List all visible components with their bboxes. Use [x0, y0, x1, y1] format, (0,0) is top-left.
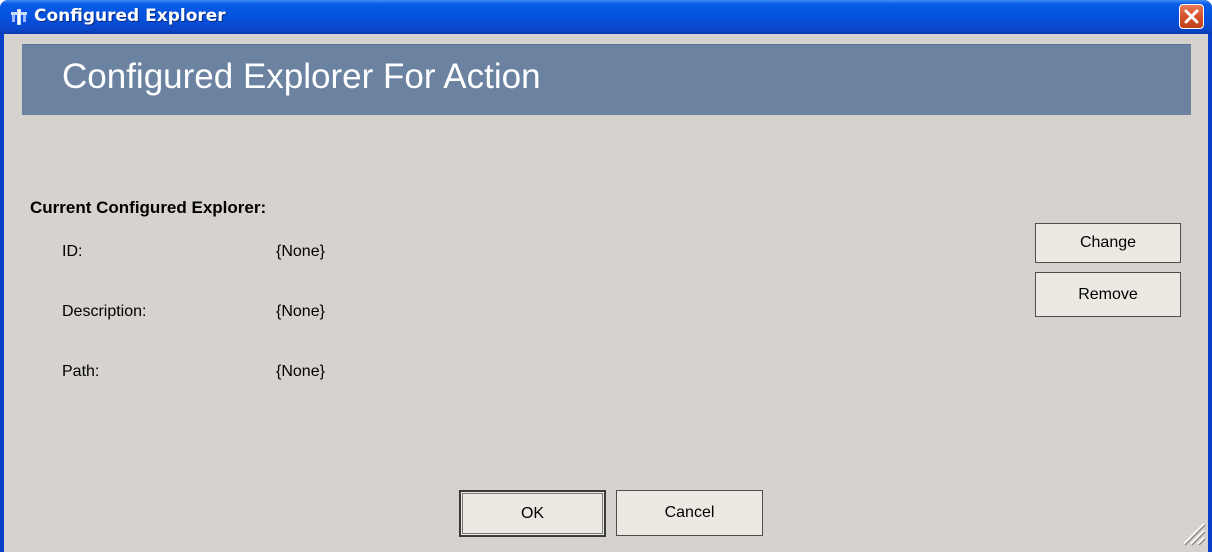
header-banner: Configured Explorer For Action [22, 44, 1191, 115]
banner-title: Configured Explorer For Action [62, 57, 541, 96]
dialog-window: Configured Explorer Configured Explorer … [0, 0, 1212, 552]
description-label: Description: [62, 303, 147, 320]
description-value: {None} [276, 303, 325, 320]
id-value: {None} [276, 243, 325, 260]
cancel-button[interactable]: Cancel [616, 490, 763, 536]
path-label: Path: [62, 363, 100, 380]
close-icon [1184, 9, 1199, 24]
remove-button[interactable]: Remove [1035, 272, 1181, 317]
app-icon [9, 8, 29, 26]
ok-button[interactable]: OK [459, 490, 606, 537]
id-label: ID: [62, 243, 83, 260]
close-button[interactable] [1179, 4, 1204, 29]
change-button[interactable]: Change [1035, 223, 1181, 263]
resize-grip-icon[interactable] [1180, 520, 1206, 546]
window-title: Configured Explorer [34, 6, 226, 26]
section-label: Current Configured Explorer: [30, 198, 267, 217]
title-bar[interactable]: Configured Explorer [0, 0, 1212, 34]
path-value: {None} [276, 363, 325, 380]
